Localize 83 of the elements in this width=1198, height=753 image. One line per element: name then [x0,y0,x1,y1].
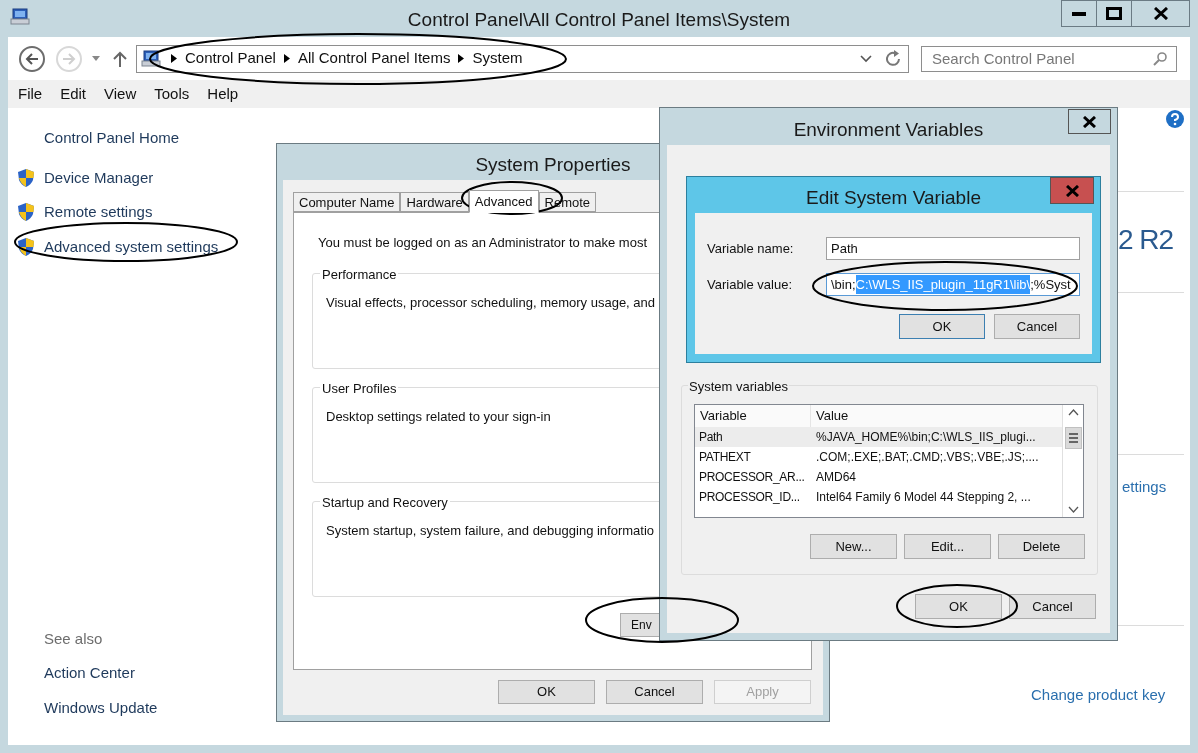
menu-item[interactable]: File [18,82,43,106]
see-also-heading: See also [44,628,104,649]
scrollbar[interactable] [1062,405,1083,517]
dialog-button[interactable]: OK [899,314,985,339]
back-arrow-icon [25,52,39,65]
minimize-button[interactable] [1061,0,1097,27]
up-arrow-icon [113,50,127,67]
column-header[interactable]: Value [811,405,1062,427]
edition-text: 2 R2 [1118,224,1175,256]
tab[interactable]: Hardware [400,192,469,212]
tab[interactable]: Computer Name [293,192,401,212]
breadcrumb-item[interactable]: All Control Panel Items [297,47,451,70]
dialog-button[interactable]: Edit... [904,534,991,559]
scrollbar-thumb[interactable] [1064,426,1082,449]
table-row[interactable]: Path %JAVA_HOME%\bin;C:\WLS_IIS_plugi... [695,427,1062,447]
sidebar-link[interactable]: Remote settings [44,201,153,224]
help-icon[interactable] [1166,110,1184,128]
scroll-up-icon [1067,409,1079,416]
table-cell-text: Intel64 Family 6 Model 44 Stepping 2, ... [815,489,1032,506]
table-cell-text: Path [698,429,724,446]
change-product-key-link[interactable]: Change product key [1031,683,1184,706]
group-description: System startup, system failure, and debugging informatio [326,522,655,538]
variable-value-field[interactable]: \bin;C:\WLS_IIS_plugin_11gR1\lib\;%Syst [826,273,1080,296]
dialog-button[interactable]: Cancel [1009,594,1096,619]
refresh-icon [886,50,902,67]
dialog-button[interactable]: Delete [998,534,1085,559]
dialog-title: System Properties [474,153,632,177]
menu-item[interactable]: Edit [60,82,87,106]
shield-icon [17,167,35,188]
dialog-button[interactable]: Cancel [994,314,1080,339]
chevron-right-icon [171,54,177,63]
shield-icon [17,202,35,223]
tab[interactable]: Advanced [468,190,539,213]
sidebar-link[interactable]: Control Panel Home [44,127,408,150]
group-description: Visual effects, processor scheduling, memory usage, and [326,294,656,310]
control-panel-icon [141,49,161,68]
menu-item[interactable]: Tools [154,82,190,106]
dialog-button[interactable]: Cancel [606,680,703,704]
chevron-right-icon [458,54,465,63]
breadcrumb-item[interactable]: Control Panel [185,47,276,70]
dialog-title: Edit System Variable [805,186,982,210]
chevron-down-icon [860,54,872,63]
group-description: Desktop settings related to your sign-in [326,408,551,424]
table-cell-text: AMD64 [815,469,857,486]
breadcrumb-item[interactable]: System [472,47,523,70]
table-cell-text: PATHEXT [698,449,752,466]
field-label: Variable name: [707,239,795,258]
close-button[interactable] [1131,0,1190,27]
window-title: Control Panel\All Control Panel Items\System [406,8,792,32]
control-panel-icon [10,8,30,26]
scroll-down-icon [1067,505,1079,513]
sidebar-link[interactable]: Device Manager [44,166,154,189]
maximize-icon [1106,7,1122,20]
back-button[interactable] [19,45,45,72]
address-bar[interactable]: Control Panel All Control Panel Items System [136,44,909,73]
close-icon [1153,7,1168,20]
variable-name-field[interactable]: Path [826,237,1080,260]
search-field[interactable]: Search Control Panel [921,45,1177,72]
dialog-button[interactable]: OK [915,594,1002,619]
maximize-button[interactable] [1097,0,1131,27]
table-cell-text: %JAVA_HOME%\bin;C:\WLS_IIS_plugi... [815,429,1037,446]
table-cell-text: PROCESSOR_ID... [698,489,801,506]
settings-link[interactable]: ettings [1122,476,1184,499]
close-icon [1065,184,1079,197]
sidebar-link[interactable]: Advanced system settings [44,235,219,258]
dialog-title: Environment Variables [792,118,985,142]
caret-down-icon [92,56,100,61]
dialog-button[interactable]: New... [810,534,897,559]
dialog-button[interactable]: OK [498,680,595,704]
menu-item[interactable]: Help [207,82,239,106]
field-label: Variable value: [707,275,794,294]
table-cell-text: .COM;.EXE;.BAT;.CMD;.VBS;.VBE;.JS;.... [815,449,1040,466]
close-button[interactable] [1068,109,1111,134]
search-icon [1153,51,1167,66]
admin-notice: You must be logged on as an Administrator to make most [318,234,648,252]
menu-item[interactable]: View [104,82,137,106]
shield-icon [17,236,35,257]
table-cell-text: PROCESSOR_AR... [698,469,806,486]
minimize-icon [1072,11,1086,16]
forward-arrow-icon [62,52,76,65]
chevron-right-icon [283,54,290,63]
column-header[interactable]: Variable [695,405,811,427]
close-icon [1083,115,1096,128]
